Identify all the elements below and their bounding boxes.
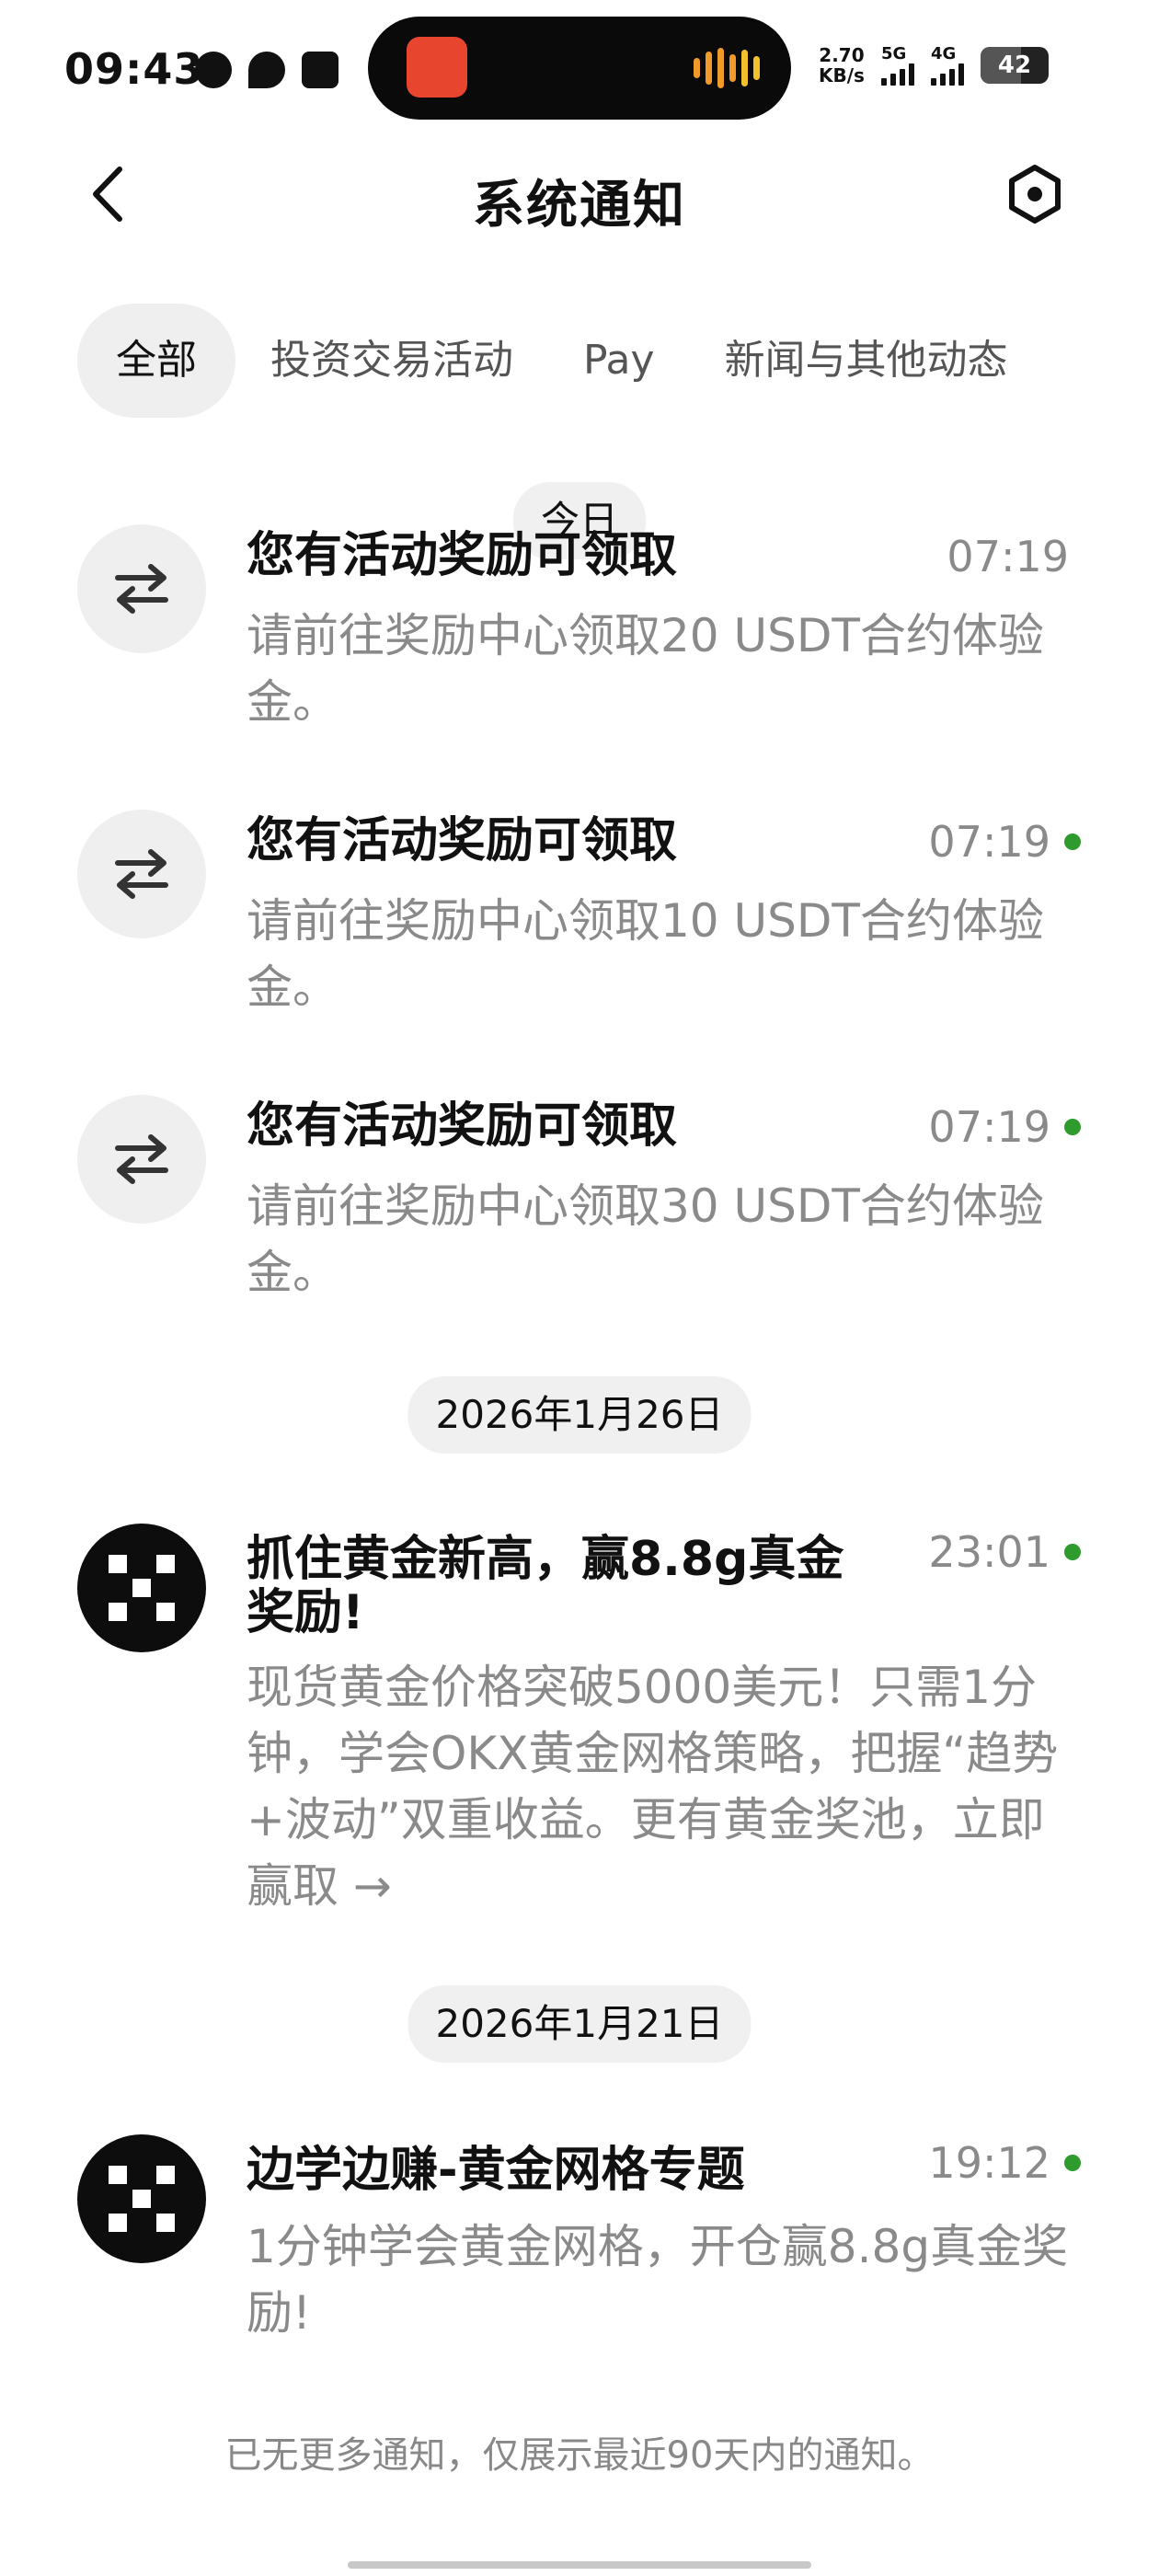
- page-title: 系统通知: [473, 176, 686, 236]
- transfer-icon: [77, 1095, 206, 1224]
- filter-tabs: 全部 投资交易活动 Pay 新闻与其他动态: [77, 304, 1043, 418]
- home-indicator[interactable]: [348, 2561, 811, 2569]
- okx-logo-icon: [77, 2134, 206, 2263]
- notification-title: 抓住黄金新高，赢8.8g真金奖励!: [247, 1532, 844, 1640]
- music-app-icon: [407, 37, 467, 98]
- notification-item[interactable]: 抓住黄金新高，赢8.8g真金奖励! 23:01 现货黄金价格突破5000美元！只…: [0, 1516, 1159, 1921]
- tab-pay[interactable]: Pay: [548, 304, 690, 418]
- okx-logo-icon: [77, 1524, 206, 1652]
- browser-icon: [195, 52, 232, 88]
- notification-time: 19:12: [928, 2138, 1050, 2188]
- net-speed: 2.70 KB/s: [819, 45, 865, 86]
- notification-time: 07:19: [947, 532, 1069, 581]
- date-separator: 2026年1月21日: [407, 1985, 752, 2063]
- tab-trading-activity[interactable]: 投资交易活动: [235, 304, 548, 418]
- notification-body: 请前往奖励中心领取30 USDT合约体验金。: [247, 1179, 1044, 1299]
- unread-dot: [1064, 1544, 1081, 1560]
- notification-item[interactable]: 您有活动奖励可领取 07:19 请前往奖励中心领取10 USDT合约体验金。: [0, 800, 1159, 1021]
- settings-button[interactable]: [1004, 164, 1065, 224]
- battery-level: 42: [997, 51, 1032, 79]
- signal-bars-icon: [930, 63, 964, 86]
- tab-news-other[interactable]: 新闻与其他动态: [690, 304, 1043, 418]
- notification-item[interactable]: 您有活动奖励可领取 07:19 请前往奖励中心领取20 USDT合约体验金。: [0, 515, 1159, 736]
- net-speed-value: 2.70: [819, 43, 865, 66]
- status-app-icons: [195, 52, 339, 88]
- notification-time: 07:19: [928, 1102, 1050, 1152]
- baidu-icon: [248, 52, 285, 88]
- network-label-1: 5G: [880, 44, 907, 63]
- net-speed-unit: KB/s: [819, 63, 865, 86]
- transfer-icon: [77, 810, 206, 938]
- tab-all[interactable]: 全部: [77, 304, 235, 418]
- signal-5g: 5G: [880, 44, 914, 86]
- audio-wave-icon: [694, 48, 760, 88]
- battery-icon: 42: [980, 46, 1049, 84]
- status-indicators: 2.70 KB/s 5G 4G 42: [819, 44, 1049, 86]
- notification-title: 您有活动奖励可领取: [247, 813, 678, 868]
- unread-dot: [1064, 2155, 1081, 2171]
- network-label-2: 4G: [930, 44, 957, 63]
- gear-icon: [1009, 165, 1061, 224]
- notification-item[interactable]: 边学边赚-黄金网格专题 19:12 1分钟学会黄金网格，开仓赢8.8g真金奖励!: [0, 2127, 1159, 2366]
- signal-4g: 4G: [930, 44, 964, 86]
- notification-time: 23:01: [928, 1527, 1050, 1577]
- notification-title: 边学边赚-黄金网格专题: [247, 2143, 745, 2198]
- status-time: 09:43: [64, 44, 204, 94]
- notification-body: 现货黄金价格突破5000美元！只需1分钟，学会OKX黄金网格策略，把握“趋势+波…: [247, 1661, 1059, 1913]
- transfer-icon: [77, 524, 206, 653]
- notification-body: 1分钟学会黄金网格，开仓赢8.8g真金奖励!: [247, 2220, 1069, 2340]
- notification-item[interactable]: 您有活动奖励可领取 07:19 请前往奖励中心领取30 USDT合约体验金。: [0, 1086, 1159, 1306]
- notification-body: 请前往奖励中心领取20 USDT合约体验金。: [247, 609, 1044, 729]
- date-separator: 2026年1月26日: [407, 1376, 752, 1454]
- unread-dot: [1064, 1119, 1081, 1135]
- tiktok-icon: [302, 52, 339, 88]
- notification-body: 请前往奖励中心领取10 USDT合约体验金。: [247, 894, 1044, 1014]
- notification-time: 07:19: [928, 817, 1050, 867]
- unread-dot: [1064, 834, 1081, 850]
- end-of-list-note: 已无更多通知，仅展示最近90天内的通知。: [224, 2434, 935, 2477]
- notification-title: 您有活动奖励可领取: [247, 528, 678, 583]
- dynamic-island: [368, 17, 791, 120]
- signal-bars-icon: [880, 63, 914, 86]
- notification-title: 您有活动奖励可领取: [247, 1098, 678, 1154]
